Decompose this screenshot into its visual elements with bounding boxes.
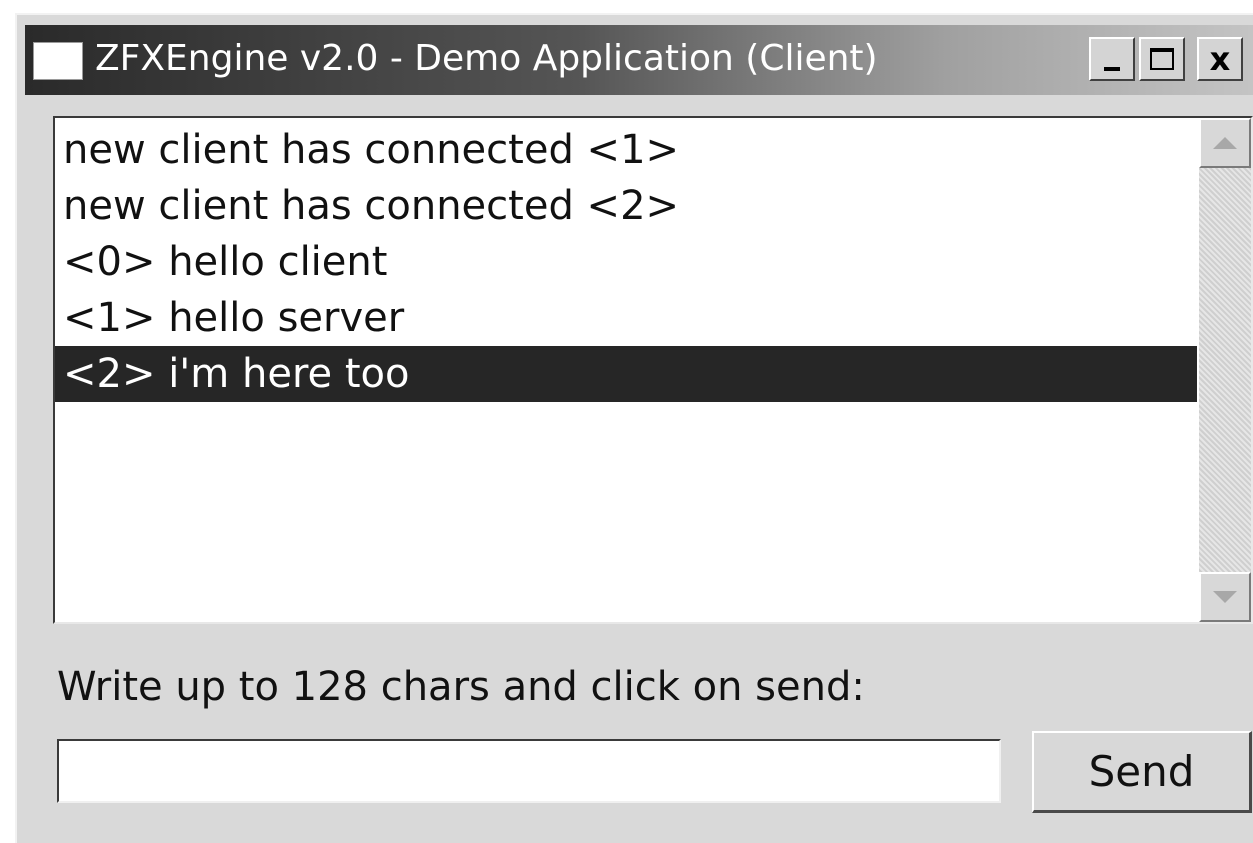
- close-button[interactable]: x: [1197, 37, 1243, 81]
- message-list[interactable]: new client has connected <1> new client …: [53, 116, 1253, 624]
- maximize-button[interactable]: [1139, 37, 1185, 81]
- maximize-icon: [1150, 48, 1174, 70]
- message-input[interactable]: [57, 739, 1001, 803]
- client-window: ZFXEngine v2.0 - Demo Application (Clien…: [15, 13, 1253, 843]
- minimize-icon: [1104, 67, 1120, 71]
- close-icon: x: [1209, 40, 1231, 78]
- compose-prompt-label: Write up to 128 chars and click on send:: [57, 664, 865, 710]
- list-item[interactable]: <1> hello server: [55, 290, 1197, 346]
- list-item[interactable]: new client has connected <2>: [55, 178, 1197, 234]
- title-bar[interactable]: ZFXEngine v2.0 - Demo Application (Clien…: [25, 25, 1253, 95]
- arrow-up-icon: [1213, 137, 1237, 149]
- vertical-scrollbar[interactable]: [1199, 118, 1251, 622]
- window-title: ZFXEngine v2.0 - Demo Application (Clien…: [95, 38, 878, 79]
- scroll-down-button[interactable]: [1199, 572, 1251, 622]
- app-icon: [33, 42, 83, 80]
- list-item[interactable]: <2> i'm here too: [55, 346, 1197, 402]
- list-item[interactable]: <0> hello client: [55, 234, 1197, 290]
- arrow-down-icon: [1213, 591, 1237, 603]
- minimize-button[interactable]: [1089, 37, 1135, 81]
- list-item[interactable]: new client has connected <1>: [55, 122, 1197, 178]
- message-list-items: new client has connected <1> new client …: [55, 122, 1197, 402]
- send-button[interactable]: Send: [1032, 731, 1252, 813]
- scroll-up-button[interactable]: [1199, 118, 1251, 168]
